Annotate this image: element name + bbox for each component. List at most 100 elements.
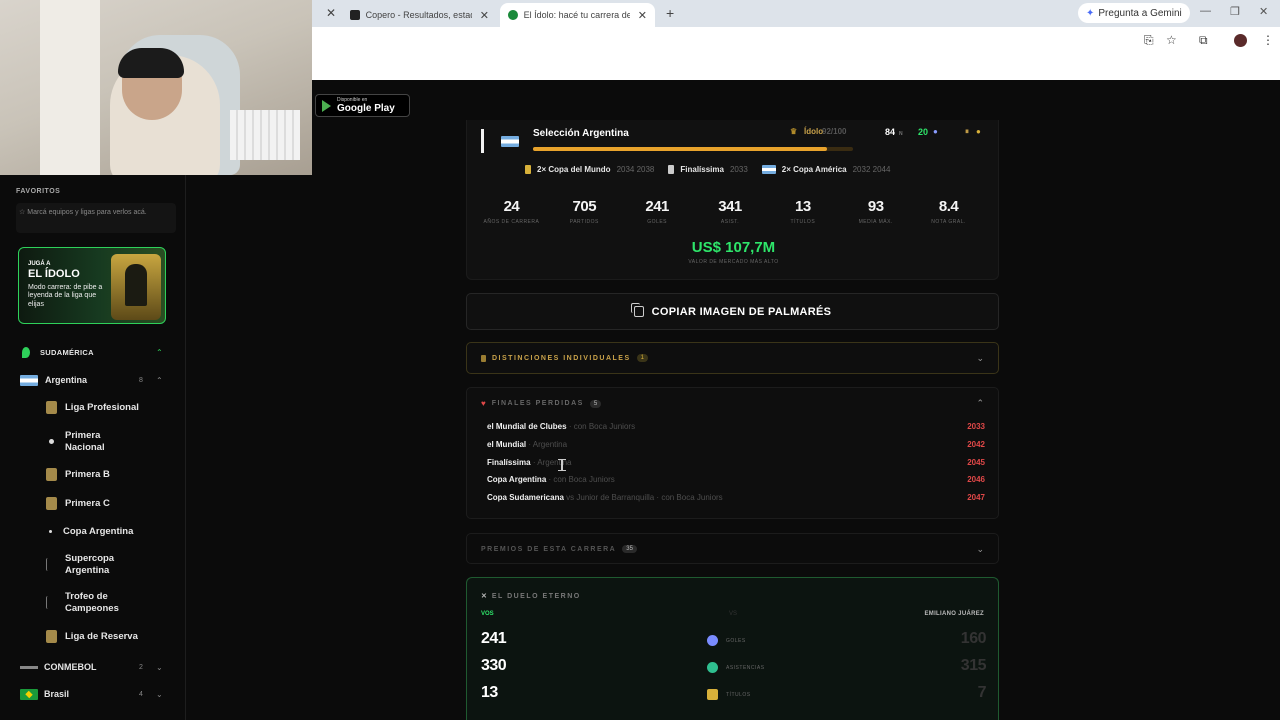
address-bar: ⎘ ☆ ⧉ ⋮ <box>312 27 1280 55</box>
new-tab-icon[interactable]: + <box>666 5 674 21</box>
honor-label: 2× Copa América <box>781 165 847 174</box>
finales-perdidas-accordion[interactable]: ♥ FINALES PERDIDAS 5 ⌃ el Mundial de Clu… <box>466 387 999 519</box>
sidebar-item-primera-c[interactable]: Primera C <box>46 497 176 510</box>
brasil-flag-icon <box>20 688 38 700</box>
close-tab-icon[interactable]: ✕ <box>326 6 336 20</box>
dot-icon <box>49 439 54 445</box>
chevron-down-icon[interactable]: ⌄ <box>156 690 163 699</box>
league-label: Copa Argentina <box>63 526 134 537</box>
crossed-swords-icon: ✕ <box>481 593 492 600</box>
assist-icon <box>707 662 718 673</box>
brasil-count: 4 <box>139 690 143 698</box>
favorites-title: FAVORITOS <box>16 188 61 195</box>
duel-my-value: 241 <box>481 630 507 647</box>
gemini-button[interactable]: ✦ Pregunta a Gemini <box>1078 3 1190 23</box>
sidebar-item-liga-profesional[interactable]: Liga Profesional <box>46 401 176 414</box>
chevron-down-icon[interactable]: ⌄ <box>976 544 984 555</box>
accordion-count: 35 <box>622 545 637 553</box>
tab-copero[interactable]: Copero - Resultados, estadísticas ✕ <box>342 3 497 27</box>
ball-icon: ● <box>933 127 938 136</box>
final-year: 2046 <box>967 475 985 484</box>
shield-icon: ● <box>976 127 981 136</box>
stat-value: 241 <box>645 198 669 215</box>
el-idolo-promo-card[interactable]: JUGÁ A EL ÍDOLO Modo carrera: de pibe a … <box>18 247 166 324</box>
google-play-badge[interactable]: Disponible en Google Play <box>315 94 410 117</box>
league-shield-icon <box>46 401 57 414</box>
premios-accordion[interactable]: PREMIOS DE ESTA CARRERA 35 ⌄ <box>466 533 999 564</box>
maximize-icon[interactable]: ❐ <box>1230 5 1240 18</box>
final-year: 2045 <box>967 458 985 467</box>
sidebar-item-supercopa-argentina[interactable]: Supercopa Argentina <box>46 553 176 577</box>
close-tab-icon[interactable]: ✕ <box>638 9 647 22</box>
duel-rival-value: 7 <box>977 684 987 701</box>
chevron-down-icon[interactable]: ⌄ <box>976 353 984 364</box>
conmebol-icon <box>20 665 38 669</box>
star-icon: ☆ <box>19 209 28 216</box>
stat-assists: 341 ASIST. <box>694 198 767 225</box>
accordion-header: DISTINCIONES INDIVIDUALES 1 <box>481 354 648 362</box>
sidebar-item-brasil[interactable]: Brasil 4 ⌄ <box>0 682 186 706</box>
cast-icon[interactable]: ⎘ <box>1144 33 1154 48</box>
stat-goals: 241 GOLES <box>621 198 694 225</box>
market-value-label: VALOR DE MERCADO MÁS ALTO <box>688 259 779 265</box>
profile-avatar[interactable] <box>1234 34 1247 47</box>
chevron-down-icon[interactable]: ⌄ <box>156 663 163 672</box>
sidebar-region-sudamerica[interactable]: SUDAMÉRICA ⌃ <box>0 340 186 364</box>
duel-you-label: VOS <box>481 611 494 617</box>
finalissima-trophy-icon <box>668 165 675 174</box>
copy-icon <box>630 303 644 317</box>
duel-rival-name: EMILIANO JUÁREZ <box>924 611 984 617</box>
stat-value: 93 <box>867 198 884 215</box>
list-item: el Mundial · Argentina 2042 <box>487 440 985 449</box>
play-store-icon <box>322 99 331 112</box>
minimize-icon[interactable]: — <box>1200 5 1211 17</box>
webcam-overlay <box>0 0 312 175</box>
extensions-icon[interactable]: ⧉ <box>1199 33 1208 48</box>
chevron-up-icon[interactable]: ⌃ <box>156 348 163 357</box>
sidebar-country-argentina[interactable]: Argentina 8 ⌃ <box>0 368 186 392</box>
league-label: Supercopa Argentina <box>65 553 115 576</box>
text-cursor-icon <box>558 459 566 471</box>
list-item: Copa Sudamericana vs Junior de Barranqui… <box>487 493 985 502</box>
final-detail: · con Boca Juniors <box>568 422 636 431</box>
country-count: 8 <box>139 376 143 384</box>
stat-matches: 705 PARTIDOS <box>548 198 621 225</box>
duel-vs-label: VS <box>729 611 738 617</box>
team-title: Selección Argentina <box>533 128 629 139</box>
sidebar-item-liga-de-reserva[interactable]: Liga de Reserva <box>46 630 176 643</box>
el-idolo-favicon-icon <box>508 10 518 20</box>
duel-rival-value: 315 <box>960 657 987 674</box>
world-cup-trophy-icon <box>525 165 531 174</box>
sidebar-item-conmebol[interactable]: CONMEBOL 2 ⌄ <box>0 655 186 679</box>
distinciones-accordion[interactable]: DISTINCIONES INDIVIDUALES 1 ⌄ <box>466 342 999 374</box>
stat-value: 8.4 <box>938 198 959 215</box>
league-label: Primera Nacional <box>65 430 105 453</box>
copy-palmares-button[interactable]: COPIAR IMAGEN DE PALMARÉS <box>466 293 999 330</box>
accordion-count: 5 <box>589 399 602 408</box>
pause-icon[interactable]: ⏸ <box>965 127 969 137</box>
country-label: Argentina <box>45 375 88 385</box>
sidebar-item-copa-argentina[interactable]: Copa Argentina <box>46 526 176 538</box>
stat-value: 705 <box>572 198 597 215</box>
honor-years: 2032 2044 <box>852 165 891 174</box>
honor-label: 2× Copa del Mundo <box>537 165 611 174</box>
more-menu-icon[interactable]: ⋮ <box>1262 33 1274 47</box>
close-window-icon[interactable]: ✕ <box>1259 5 1268 18</box>
market-value-amount: US$ 107,7M <box>691 239 776 256</box>
sidebar-item-trofeo-de-campeones[interactable]: Trofeo de Campeones <box>46 591 176 615</box>
trophy-icon <box>46 596 57 610</box>
trophy-icon <box>46 558 57 572</box>
main-content: Selección Argentina ♛ Ídolo 92/100 84 N … <box>312 120 1280 720</box>
argentina-flag-icon <box>761 165 776 174</box>
bookmark-star-icon[interactable]: ☆ <box>1166 33 1177 47</box>
close-tab-icon[interactable]: ✕ <box>480 9 489 22</box>
sidebar-item-primera-nacional[interactable]: Primera Nacional <box>46 430 176 454</box>
duel-row-goals: 241 GOLES 160 <box>481 630 987 650</box>
chevron-up-icon[interactable]: ⌃ <box>156 376 163 385</box>
stat-label: ASIST. <box>720 219 740 225</box>
tab-el-idolo[interactable]: El Ídolo: hacé tu carrera de fútbol ✕ <box>500 3 655 27</box>
duelo-eterno-card: ✕ EL DUELO ETERNO VOS VS EMILIANO JUÁREZ… <box>466 577 999 720</box>
sidebar-item-primera-b[interactable]: Primera B <box>46 468 176 481</box>
chevron-up-icon[interactable]: ⌃ <box>976 398 984 409</box>
duel-title-text: EL DUELO ETERNO <box>491 593 581 600</box>
